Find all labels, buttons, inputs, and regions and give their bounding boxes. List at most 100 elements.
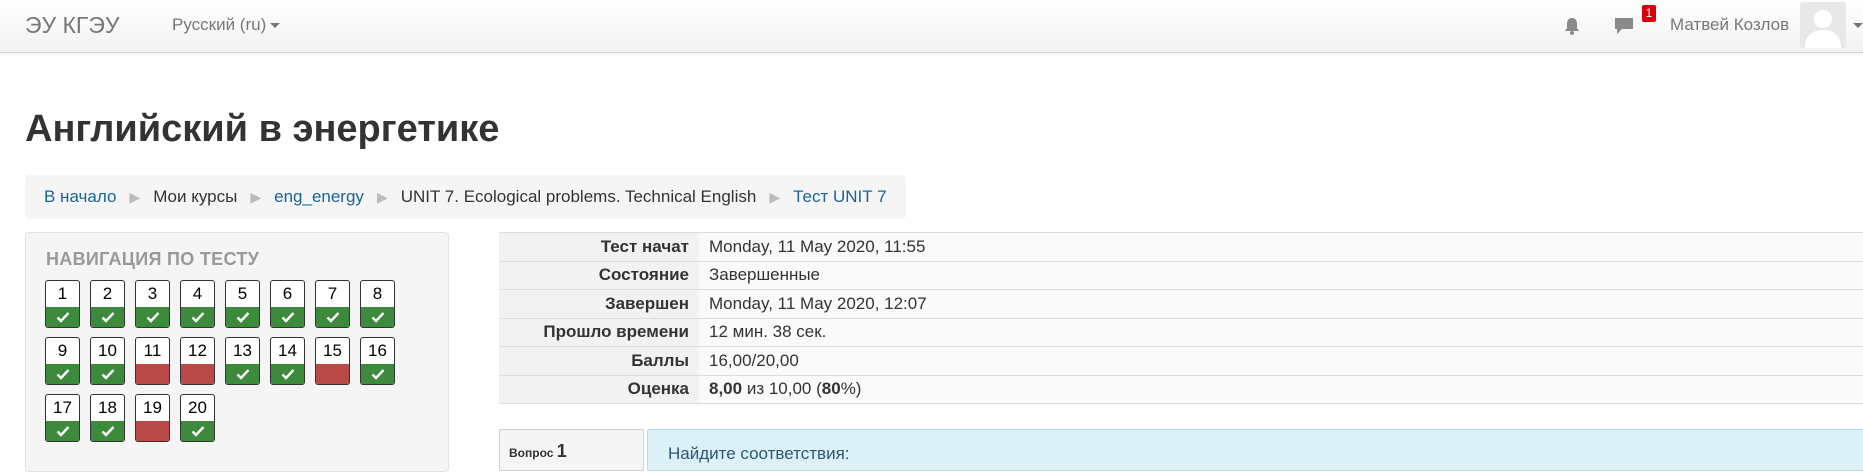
quiz-nav-button-13[interactable]: 13 <box>225 337 260 385</box>
quiz-nav-button-2[interactable]: 2 <box>90 280 125 328</box>
quiz-nav-button-1[interactable]: 1 <box>45 280 80 328</box>
quiz-nav-button-7[interactable]: 7 <box>315 280 350 328</box>
summary-row-marks: Баллы 16,00/20,00 <box>499 346 1863 375</box>
quiz-nav-number: 7 <box>327 284 338 303</box>
quiz-nav-button-11[interactable]: 11 <box>135 337 170 385</box>
correct-state-bar <box>91 307 124 327</box>
summary-row-time-taken: Прошло времени 12 мин. 38 сек. <box>499 318 1863 347</box>
summary-value: 8,00 из 10,00 (80%) <box>699 375 1863 404</box>
grade-middle: из 10,00 ( <box>742 379 822 399</box>
quiz-nav-number: 4 <box>192 284 203 303</box>
checkmark-icon <box>56 426 70 437</box>
summary-row-grade: Оценка 8,00 из 10,00 (80%) <box>499 375 1863 404</box>
bell-icon[interactable] <box>1562 16 1582 36</box>
quiz-nav-button-14[interactable]: 14 <box>270 337 305 385</box>
correct-state-bar <box>361 307 394 327</box>
quiz-nav-button-5[interactable]: 5 <box>225 280 260 328</box>
language-menu[interactable]: Русский (ru) <box>172 15 281 35</box>
quiz-nav-number: 9 <box>57 341 68 360</box>
checkmark-icon <box>236 312 250 323</box>
quiz-nav-number: 5 <box>237 284 248 303</box>
summary-label: Состояние <box>499 261 699 290</box>
correct-state-bar <box>181 421 214 441</box>
incorrect-state-bar <box>316 364 349 384</box>
top-navbar: ЭУ КГЭУ Русский (ru) 1 Матвей Козлов <box>0 0 1863 53</box>
correct-state-bar <box>136 307 169 327</box>
correct-state-bar <box>271 307 304 327</box>
checkmark-icon <box>101 426 115 437</box>
incorrect-state-bar <box>136 364 169 384</box>
quiz-nav-button-15[interactable]: 15 <box>315 337 350 385</box>
summary-label: Оценка <box>499 375 699 404</box>
correct-state-bar <box>271 364 304 384</box>
breadcrumb-quiz[interactable]: Тест UNIT 7 <box>793 187 886 207</box>
checkmark-icon <box>371 312 385 323</box>
quiz-nav-number: 13 <box>233 341 252 360</box>
summary-value: Monday, 11 May 2020, 12:07 <box>699 289 1863 318</box>
summary-label: Тест начат <box>499 232 699 261</box>
summary-value: Monday, 11 May 2020, 11:55 <box>699 232 1863 261</box>
quiz-nav-button-9[interactable]: 9 <box>45 337 80 385</box>
checkmark-icon <box>101 312 115 323</box>
quiz-nav-button-8[interactable]: 8 <box>360 280 395 328</box>
quiz-nav-button-6[interactable]: 6 <box>270 280 305 328</box>
question-formulation: Найдите соответствия: <box>647 429 1863 471</box>
quiz-nav-button-10[interactable]: 10 <box>90 337 125 385</box>
correct-state-bar <box>361 364 394 384</box>
incorrect-state-bar <box>136 421 169 441</box>
page-title: Английский в энергетике <box>25 108 500 150</box>
quiz-nav-number: 17 <box>53 398 72 417</box>
quiz-nav-button-4[interactable]: 4 <box>180 280 215 328</box>
quiz-nav-button-19[interactable]: 19 <box>135 394 170 442</box>
correct-state-bar <box>46 421 79 441</box>
breadcrumb-my-courses: Мои курсы <box>153 187 238 206</box>
message-count-badge: 1 <box>1642 5 1656 22</box>
breadcrumb: В начало ▶ Мои курсы ▶ eng_energy ▶ UNIT… <box>25 175 906 219</box>
question-info-box: Вопрос 1 <box>499 429 644 471</box>
breadcrumb-section: UNIT 7. Ecological problems. Technical E… <box>400 187 757 206</box>
site-brand-link[interactable]: ЭУ КГЭУ <box>25 12 120 39</box>
chat-bubble-icon[interactable] <box>1613 15 1635 37</box>
breadcrumb-course[interactable]: eng_energy <box>274 187 364 207</box>
grade-percent: 80 <box>821 379 841 399</box>
correct-state-bar <box>181 307 214 327</box>
checkmark-icon <box>281 312 295 323</box>
breadcrumb-separator-icon: ▶ <box>769 188 781 205</box>
quiz-nav-number: 12 <box>188 341 207 360</box>
quiz-nav-button-16[interactable]: 16 <box>360 337 395 385</box>
quiz-nav-button-18[interactable]: 18 <box>90 394 125 442</box>
avatar[interactable] <box>1800 2 1846 48</box>
breadcrumb-separator-icon: ▶ <box>250 188 262 205</box>
checkmark-icon <box>326 312 340 323</box>
summary-value: 16,00/20,00 <box>699 346 1863 375</box>
checkmark-icon <box>191 426 205 437</box>
grade-end: %) <box>840 379 862 399</box>
breadcrumb-home[interactable]: В начало <box>44 187 116 207</box>
quiz-nav-number: 20 <box>188 398 207 417</box>
checkmark-icon <box>56 312 70 323</box>
quiz-nav-number: 18 <box>98 398 117 417</box>
checkmark-icon <box>281 369 295 380</box>
user-menu-chevron-down-icon[interactable] <box>1853 23 1863 28</box>
summary-row-started: Тест начат Monday, 11 May 2020, 11:55 <box>499 232 1863 261</box>
quiz-nav-button-20[interactable]: 20 <box>180 394 215 442</box>
summary-label: Баллы <box>499 346 699 375</box>
quiz-nav-button-12[interactable]: 12 <box>180 337 215 385</box>
checkmark-icon <box>236 369 250 380</box>
quiz-nav-button-3[interactable]: 3 <box>135 280 170 328</box>
correct-state-bar <box>91 364 124 384</box>
chevron-down-icon <box>270 23 281 29</box>
question-text: Найдите соответствия: <box>668 444 850 463</box>
quiz-nav-button-17[interactable]: 17 <box>45 394 80 442</box>
quiz-navigation-title: НАВИГАЦИЯ ПО ТЕСТУ <box>46 249 260 269</box>
checkmark-icon <box>146 312 160 323</box>
attempt-summary-table: Тест начат Monday, 11 May 2020, 11:55 Со… <box>499 232 1863 404</box>
user-menu-name[interactable]: Матвей Козлов <box>1670 15 1789 35</box>
correct-state-bar <box>91 421 124 441</box>
correct-state-bar <box>226 364 259 384</box>
quiz-navigation-block: НАВИГАЦИЯ ПО ТЕСТУ 1 2 3 4 5 6 7 8 9 10 11 12 13 14 15… <box>25 232 449 472</box>
correct-state-bar <box>46 307 79 327</box>
quiz-nav-number: 6 <box>282 284 293 303</box>
breadcrumb-separator-icon: ▶ <box>376 188 388 205</box>
checkmark-icon <box>101 369 115 380</box>
